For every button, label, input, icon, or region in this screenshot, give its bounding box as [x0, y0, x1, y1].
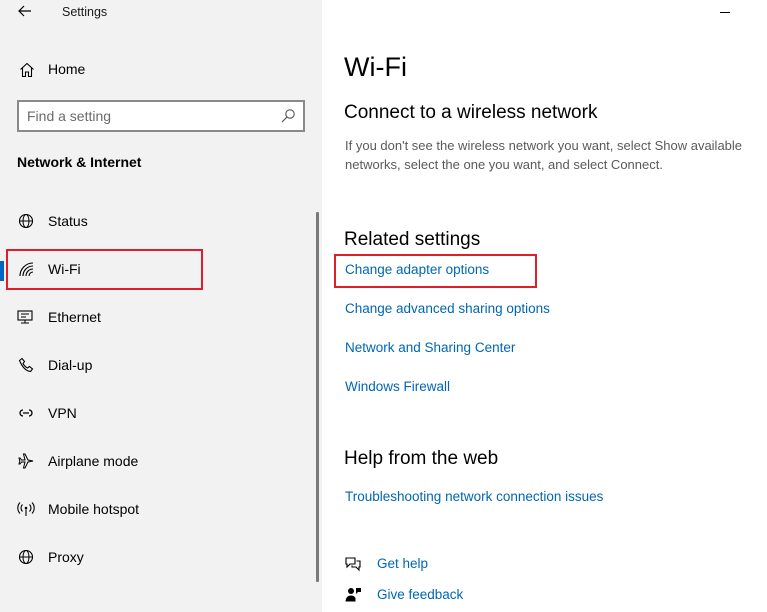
sidebar-item-label: Status [48, 213, 88, 229]
sidebar-item-label: Ethernet [48, 309, 101, 325]
sidebar-item-home[interactable]: Home [0, 56, 322, 84]
search-icon[interactable] [280, 108, 296, 124]
change-sharing-options-link[interactable]: Change advanced sharing options [345, 301, 550, 316]
globe-icon [16, 548, 36, 566]
sidebar-item-proxy[interactable]: Proxy [0, 539, 316, 575]
sidebar-item-vpn[interactable]: VPN [0, 395, 316, 431]
home-icon [18, 61, 36, 79]
back-arrow-icon [18, 4, 32, 22]
help-chat-icon [344, 555, 362, 573]
back-button[interactable] [14, 2, 36, 24]
wifi-icon [16, 260, 36, 278]
main-content: Wi-Fi Connect to a wireless network If y… [322, 0, 767, 612]
globe-icon [16, 212, 36, 230]
get-help-label: Get help [377, 556, 429, 571]
connect-heading: Connect to a wireless network [344, 102, 598, 123]
get-help-link[interactable]: Get help [344, 553, 644, 575]
section-heading: Network & Internet [17, 154, 142, 170]
ethernet-icon [16, 308, 36, 326]
sidebar-item-label: VPN [48, 405, 77, 421]
sidebar-item-airplane-mode[interactable]: Airplane mode [0, 443, 316, 479]
minimize-button[interactable] [712, 0, 742, 24]
network-sharing-center-link[interactable]: Network and Sharing Center [345, 340, 515, 355]
sidebar-item-label: Dial-up [48, 357, 93, 373]
sidebar-item-dial-up[interactable]: Dial-up [0, 347, 316, 383]
search-input[interactable] [27, 106, 277, 126]
sidebar-item-ethernet[interactable]: Ethernet [0, 299, 316, 335]
feedback-icon [344, 586, 362, 604]
sidebar-item-label: Home [48, 61, 86, 77]
connect-description: If you don't see the wireless network yo… [345, 136, 767, 174]
sidebar-item-mobile-hotspot[interactable]: Mobile hotspot [0, 491, 316, 527]
sidebar-item-label: Wi-Fi [48, 261, 81, 277]
search-box[interactable] [17, 100, 305, 132]
page-title: Wi-Fi [344, 52, 407, 82]
sidebar-item-label: Mobile hotspot [48, 501, 140, 517]
change-adapter-options-link[interactable]: Change adapter options [345, 262, 489, 277]
related-settings-heading: Related settings [344, 229, 481, 250]
windows-firewall-link[interactable]: Windows Firewall [345, 379, 450, 394]
connect-description-line: networks, select the one you want, and s… [345, 157, 663, 172]
minimize-icon [720, 12, 730, 13]
sidebar-item-status[interactable]: Status [0, 203, 316, 239]
give-feedback-link[interactable]: Give feedback [344, 584, 644, 606]
sidebar-item-wifi[interactable]: Wi-Fi [0, 251, 316, 287]
sidebar-scrollbar[interactable] [316, 212, 319, 582]
window-title: Settings [62, 5, 108, 19]
phone-icon [16, 356, 36, 374]
hotspot-icon [16, 500, 36, 518]
sidebar-item-label: Airplane mode [48, 453, 139, 469]
troubleshooting-link[interactable]: Troubleshooting network connection issue… [345, 489, 603, 504]
give-feedback-label: Give feedback [377, 587, 464, 602]
sidebar-item-label: Proxy [48, 549, 84, 565]
connect-description-line: If you don't see the wireless network yo… [345, 138, 743, 153]
airplane-icon [16, 452, 36, 470]
help-heading: Help from the web [344, 448, 499, 469]
vpn-icon [16, 404, 36, 422]
sidebar: Settings Home Network & Internet Stat [0, 0, 322, 612]
